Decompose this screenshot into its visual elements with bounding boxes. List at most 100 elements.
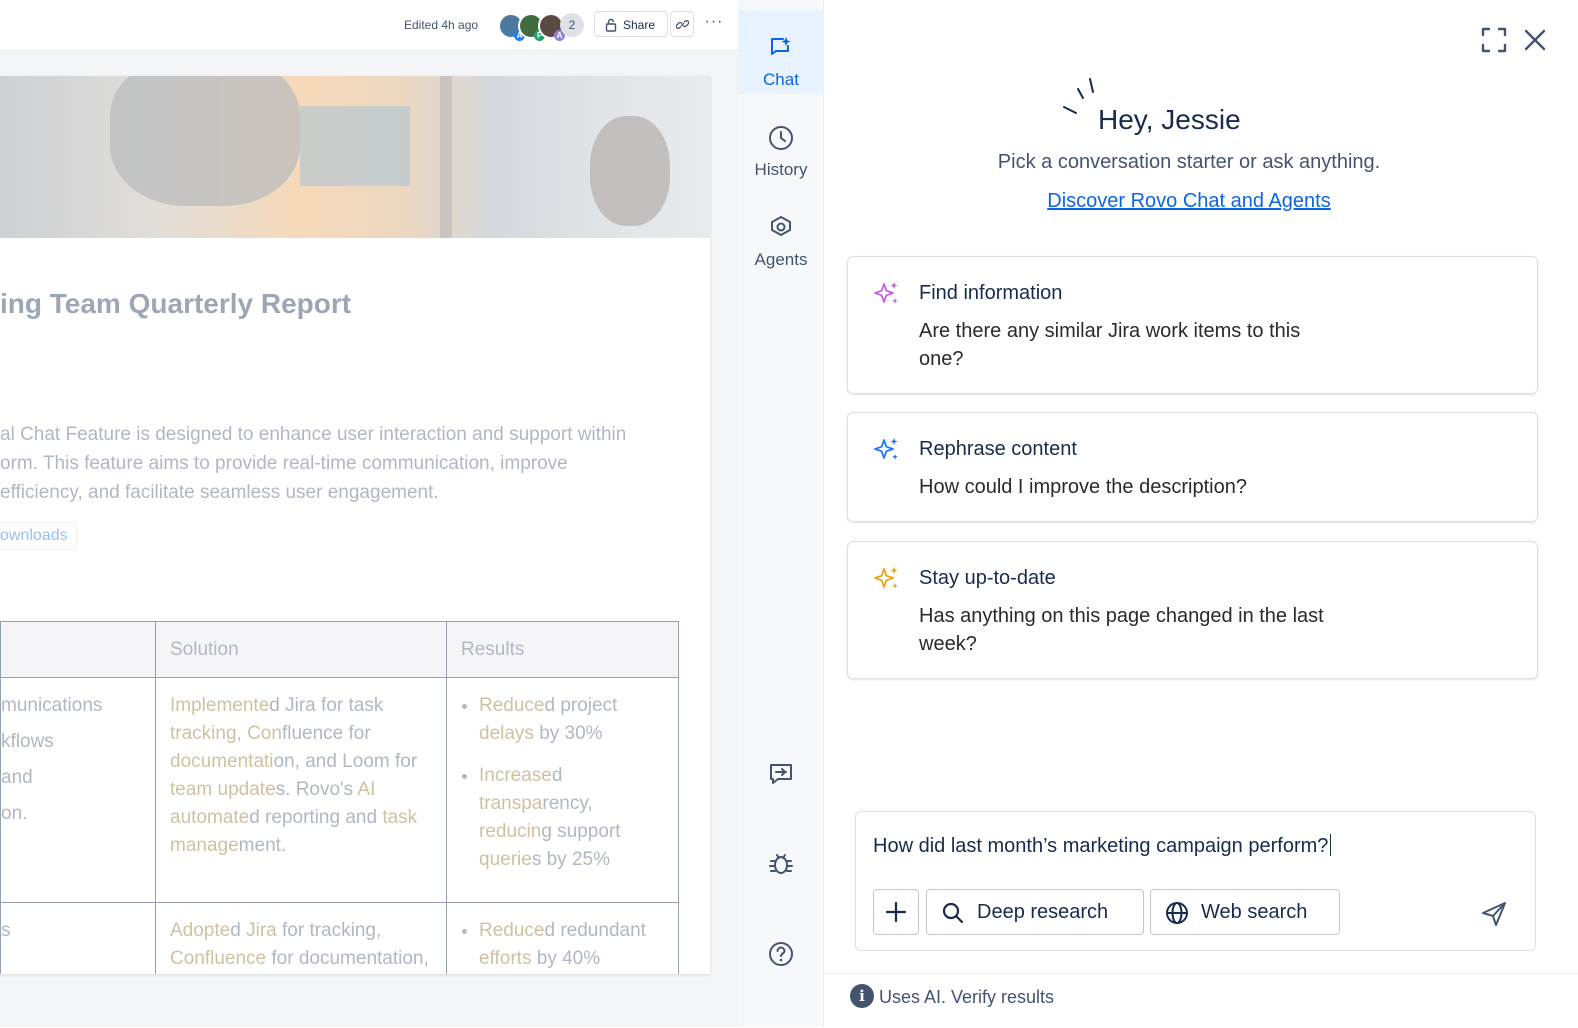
cell-text: Reduce	[479, 695, 545, 716]
bug-icon[interactable]	[767, 850, 795, 878]
web-search-label: Web search	[1201, 901, 1308, 923]
sparkle-icon	[874, 567, 898, 589]
cell-text: Implemente	[170, 695, 270, 716]
cell-text: d project	[544, 695, 618, 716]
clock-icon	[769, 126, 793, 150]
cell-line: kflows	[1, 731, 54, 752]
cell-text: reducin	[479, 821, 542, 842]
cell-text: Reduce	[479, 920, 545, 941]
table-header-solution: Solution	[155, 621, 447, 678]
body-line: efficiency, and facilitate seamless user…	[0, 482, 439, 503]
cell-text: fluence for	[281, 723, 371, 744]
cell-text: Adopte	[170, 920, 231, 941]
send-icon[interactable]	[1480, 900, 1508, 928]
cell-text: ment.	[238, 835, 287, 856]
attach-button[interactable]	[873, 889, 919, 935]
avatar-overflow-count[interactable]: 2	[560, 13, 584, 37]
cell-text: Increase	[479, 765, 552, 786]
rail-label-history: History	[754, 160, 808, 179]
chat-panel: Hey, Jessie Pick a conversation starter …	[824, 0, 1578, 1027]
cell-text: s by 25%	[531, 849, 610, 870]
rail-item-history[interactable]: History	[738, 100, 824, 184]
cell-text: d	[551, 765, 563, 786]
sparkle-icon	[874, 282, 898, 304]
cell-line	[1, 953, 141, 974]
table-row: munications kflows and on. Implemented Jira …	[0, 677, 679, 903]
discover-link[interactable]: Discover Rovo Chat and Agents	[824, 190, 1554, 213]
lock-icon	[605, 18, 617, 32]
rail-item-agents[interactable]: Agents	[738, 190, 824, 274]
document-area: Edited 4h ago AFA2 Share ··· ing Team Qu…	[0, 0, 738, 1027]
copy-link-button[interactable]	[670, 11, 694, 37]
table-row: s nanagingAdopted Jira for tracking, Con…	[0, 902, 679, 974]
close-icon[interactable]	[1522, 27, 1548, 53]
cell-text: documentati	[170, 751, 274, 772]
cell-text: Confluence	[170, 948, 267, 969]
greeting: Hey, Jessie	[1098, 104, 1241, 135]
cell-text: efforts	[479, 948, 532, 969]
downloads-chip[interactable]: ownloads	[0, 522, 77, 550]
cell-text: for	[266, 948, 299, 969]
cell-text: rency,	[542, 793, 593, 814]
more-icon: ···	[704, 13, 724, 30]
sparkle-lines-icon	[1063, 78, 1094, 114]
body-line: al Chat Feature is designed to enhance u…	[0, 424, 627, 445]
starter-card-find-information[interactable]: Find information Are there any similar J…	[847, 256, 1538, 394]
table-cell-solution: Implemented Jira for task tracking, Conf…	[155, 677, 447, 903]
ai-disclaimer: Uses AI. Verify results	[879, 987, 1055, 1007]
globe-icon	[1166, 902, 1188, 924]
text-caret	[1330, 834, 1332, 856]
cell-text: s. Rovo's	[275, 779, 358, 800]
table-cell-results: Reduced project delays by 30% Increased t…	[446, 677, 679, 903]
cover-image	[0, 76, 710, 238]
result-item: Reduced redundant efforts by 40%	[479, 917, 664, 973]
share-label: Share	[623, 18, 656, 32]
deep-research-label: Deep research	[977, 901, 1109, 923]
cell-text: transpa	[479, 793, 543, 814]
starter-card-rephrase-content[interactable]: Rephrase content How could I improve the…	[847, 412, 1538, 522]
help-icon[interactable]	[767, 940, 795, 968]
table-header	[0, 621, 156, 678]
cell-text: Jira	[246, 920, 277, 941]
cell-text: g support	[541, 821, 621, 842]
starter-title: Stay up-to-date	[919, 567, 1056, 589]
cell-text: d Jira for task	[269, 695, 384, 716]
document-toolbar: Edited 4h ago AFA2 Share ···	[0, 0, 738, 51]
cell-line: munications	[1, 695, 103, 716]
more-actions-button[interactable]: ···	[702, 11, 726, 37]
cell-text: on, and Loom for	[273, 751, 418, 772]
web-search-button[interactable]: Web search	[1150, 889, 1340, 935]
greeting-subtitle: Pick a conversation starter or ask anyth…	[997, 151, 1381, 173]
cell-line: and	[1, 767, 33, 788]
starter-description: How could I improve the description?	[919, 476, 1247, 498]
rail-item-chat[interactable]: Chat	[738, 10, 824, 94]
cell-text: tracking, Con	[170, 723, 282, 744]
cell-line: s	[1, 920, 11, 941]
chat-input[interactable]: How did last month’s marketing campaign …	[873, 834, 1493, 858]
plus-icon	[885, 901, 907, 923]
agents-icon	[771, 216, 791, 236]
edited-timestamp: Edited 4h ago	[404, 18, 479, 32]
table-cell-results: Reduced redundant efforts by 40%	[446, 902, 679, 974]
rail-label-agents: Agents	[754, 250, 808, 269]
cell-text: d	[230, 920, 247, 941]
document-body: al Chat Feature is designed to enhance u…	[0, 420, 680, 507]
starter-description: Are there any similar Jira work items to…	[919, 320, 1301, 370]
table-cell: munications kflows and on.	[0, 677, 156, 903]
rail-label-chat: Chat	[763, 70, 799, 89]
sparkle-icon	[874, 438, 898, 460]
feedback-icon[interactable]	[767, 760, 795, 788]
result-item: Reduced project delays by 30%	[479, 692, 664, 748]
cell-text: for tracking,	[276, 920, 382, 941]
expand-icon[interactable]	[1480, 26, 1508, 54]
info-icon: i	[850, 984, 874, 1008]
deep-research-button[interactable]: Deep research	[926, 889, 1144, 935]
cell-text: d redundant	[544, 920, 646, 941]
document-page: ing Team Quarterly Report al Chat Featur…	[0, 76, 710, 974]
cell-text: by 30%	[533, 723, 603, 744]
result-item: Increased transparency, reducing support…	[479, 762, 664, 874]
search-icon	[942, 902, 964, 924]
starter-description: Has anything on this page changed in the…	[919, 605, 1324, 655]
share-button[interactable]: Share	[594, 11, 668, 37]
starter-card-stay-up-to-date[interactable]: Stay up-to-date Has anything on this pag…	[847, 541, 1538, 679]
